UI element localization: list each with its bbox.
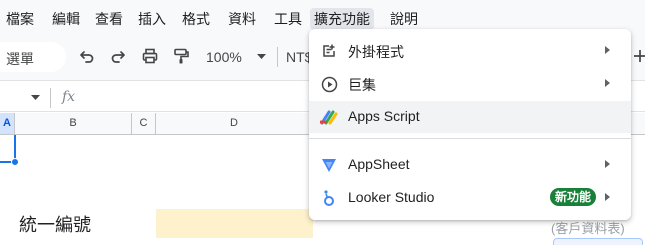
submenu-arrow-icon	[605, 46, 610, 54]
menu-item-label: Looker Studio	[348, 189, 435, 205]
name-box-caret-icon[interactable]	[31, 95, 40, 101]
apps-script-icon	[320, 108, 338, 126]
sheet-side-label[interactable]: (客戶資料表)	[551, 218, 625, 237]
formula-divider	[50, 88, 51, 108]
macros-play-icon	[320, 75, 338, 93]
new-feature-badge: 新功能	[550, 188, 597, 206]
zoom-select[interactable]: 100%	[206, 49, 242, 65]
menu-search-label[interactable]: 選單	[6, 49, 34, 69]
appsheet-icon	[320, 156, 338, 174]
menu-item-macros[interactable]: 巨集	[309, 68, 631, 100]
column-header-d[interactable]: D	[156, 113, 313, 134]
fill-handle[interactable]	[11, 158, 19, 166]
menu-item-appsheet[interactable]: AppSheet	[309, 149, 631, 181]
column-header-a[interactable]: A	[0, 113, 15, 134]
submenu-arrow-icon	[605, 160, 610, 168]
menu-item-looker-studio[interactable]: Looker Studio 新功能	[309, 182, 631, 214]
extensions-menu: 外掛程式 巨集 Apps Script AppSheet Looker Stud…	[309, 29, 631, 220]
fx-icon: fx	[62, 89, 76, 105]
print-icon[interactable]	[138, 44, 162, 68]
cell-tax-id-label[interactable]: 統一編號	[19, 211, 91, 237]
menu-item-apps-script[interactable]: Apps Script	[309, 101, 631, 133]
toolbar-divider	[277, 47, 278, 67]
submenu-arrow-icon	[605, 79, 610, 87]
menu-file[interactable]: 檔案	[2, 8, 38, 30]
menu-format[interactable]: 格式	[178, 8, 214, 30]
menu-extensions[interactable]: 擴充功能	[310, 8, 374, 30]
paint-format-icon[interactable]	[169, 44, 193, 68]
column-header-c[interactable]: C	[132, 113, 156, 134]
column-header-b[interactable]: B	[15, 113, 132, 134]
menu-item-label: 外掛程式	[348, 44, 404, 60]
redo-icon[interactable]	[106, 44, 130, 68]
highlighted-cell[interactable]	[156, 209, 313, 238]
submenu-arrow-icon	[605, 193, 610, 201]
menu-edit[interactable]: 編輯	[48, 8, 84, 30]
undo-icon[interactable]	[75, 44, 99, 68]
menu-view[interactable]: 查看	[91, 8, 127, 30]
menu-data[interactable]: 資料	[224, 8, 260, 30]
menu-item-label: 巨集	[348, 77, 376, 93]
menu-help[interactable]: 說明	[386, 8, 422, 30]
menu-insert[interactable]: 插入	[134, 8, 170, 30]
zoom-caret-icon[interactable]	[257, 54, 266, 60]
looker-studio-icon	[320, 189, 338, 207]
menu-item-label: Apps Script	[348, 108, 420, 124]
menu-item-label: AppSheet	[348, 156, 410, 172]
menu-tools[interactable]: 工具	[270, 8, 306, 30]
addons-icon	[320, 42, 338, 60]
menu-item-addons[interactable]: 外掛程式	[309, 35, 631, 67]
menu-divider	[309, 138, 631, 139]
side-cell-box[interactable]	[553, 238, 643, 245]
